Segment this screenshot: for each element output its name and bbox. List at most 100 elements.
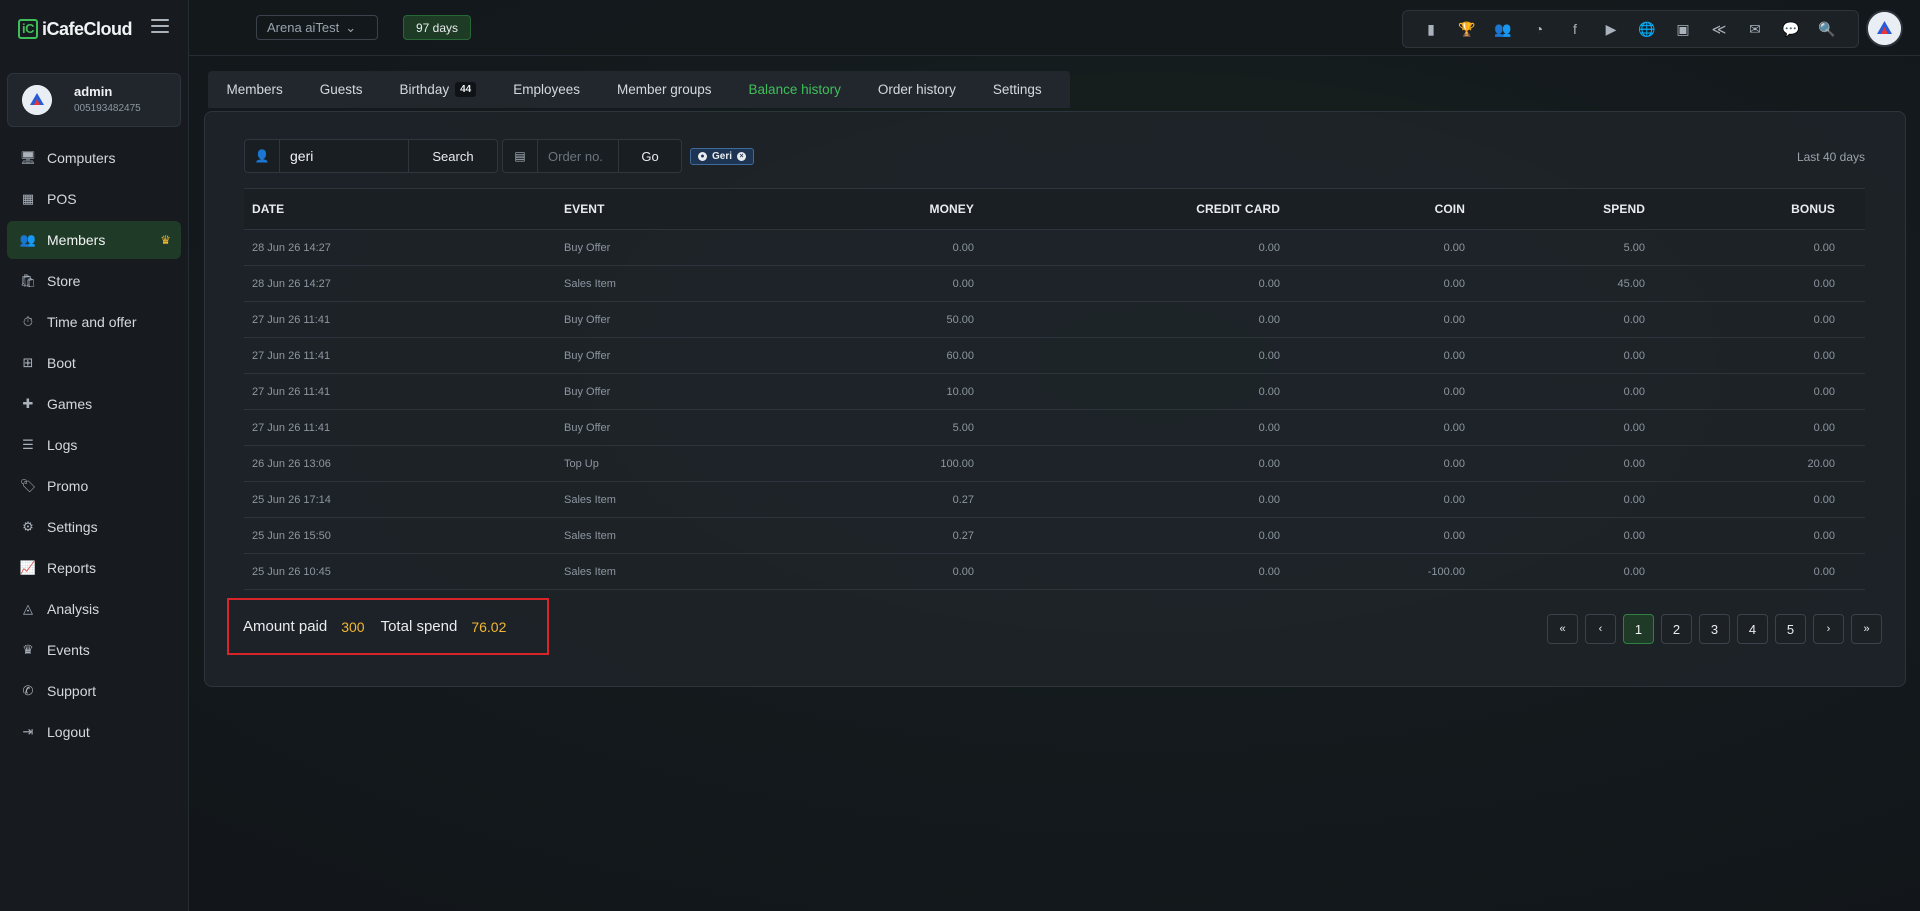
table-cell: 27 Jun 26 11:41 [252,349,331,362]
pager-first-button[interactable]: « [1547,614,1578,644]
pager-last-button[interactable]: » [1851,614,1882,644]
table-cell: 28 Jun 26 14:27 [252,241,331,254]
facebook-icon[interactable]: f [1557,11,1593,47]
sidebar-item-label: Time and offer [47,314,137,330]
envelope-icon[interactable]: ✉ [1737,11,1773,47]
shopping-bag-icon: 🛍 [19,273,37,288]
sidebar-item-promo[interactable]: 🏷 Promo [7,467,181,505]
column-header-bonus[interactable]: BONUS [1645,202,1835,216]
member-search-input[interactable] [280,140,408,172]
column-header-event[interactable]: EVENT [564,202,684,216]
column-header-date[interactable]: DATE [244,202,564,216]
pager-next-button[interactable]: › [1813,614,1844,644]
tab-guests[interactable]: Guests [301,71,381,108]
table-cell: 0.00 [1813,241,1835,254]
sidebar-item-computers[interactable]: 🖥 Computers [7,139,181,177]
column-header-coin[interactable]: COIN [1280,202,1465,216]
sidebar-item-logs[interactable]: ☰ Logs [7,426,181,464]
table-row[interactable]: 27 Jun 26 11:41 Buy Offer 5.00 0.00 0.00 0.00… [244,410,1865,446]
balance-history-table: DATE EVENT MONEY CREDIT CARD COIN SPEND BONUS … [244,188,1865,590]
sidebar-item-settings[interactable]: ⚙ Settings [7,508,181,546]
table-row[interactable]: 28 Jun 26 14:27 Sales Item 0.00 0.00 0.00 45.… [244,266,1865,302]
go-button[interactable]: Go [618,140,681,172]
leaderboard-icon[interactable]: ▮ [1413,11,1449,47]
pager-prev-button[interactable]: ‹ [1585,614,1616,644]
tab-member-groups[interactable]: Member groups [599,71,731,108]
user-circle-icon: ● [698,152,707,161]
table-cell: 0.00 [1443,385,1465,398]
tab-members[interactable]: Members [208,71,301,108]
table-cell: 60.00 [946,349,974,362]
tab-order-history[interactable]: Order history [859,71,974,108]
table-cell: 0.27 [952,493,974,506]
table-row[interactable]: 25 Jun 26 17:14 Sales Item 0.27 0.00 0.00 0.0… [244,482,1865,518]
trophy-icon[interactable]: 🏆 [1449,11,1485,47]
column-header-money[interactable]: MONEY [684,202,974,216]
member-filter-chip[interactable]: ● Geri × [690,148,755,165]
windows-icon: ⊞ [22,355,34,370]
sidebar-item-store[interactable]: 🛍 Store [7,262,181,300]
table-row[interactable]: 27 Jun 26 11:41 Buy Offer 60.00 0.00 0.00 0.0… [244,338,1865,374]
table-cell: 0.00 [1623,313,1645,326]
table-cell: 0.00 [1623,565,1645,578]
sidebar-item-label: Logout [47,724,90,740]
profile-avatar[interactable] [1866,10,1903,47]
icafe-logo-icon[interactable]: ▣ [1665,11,1701,47]
sidebar-item-analysis[interactable]: ◬ Analysis [7,590,181,628]
sidebar-item-support[interactable]: ✆ Support [7,672,181,710]
table-row[interactable]: 25 Jun 26 10:45 Sales Item 0.00 0.00 -100.00… [244,554,1865,590]
sidebar-item-boot[interactable]: ⊞ Boot [7,344,181,382]
pager-page-2[interactable]: 2 [1661,614,1692,644]
table-cell: 0.00 [1813,385,1835,398]
stopwatch-icon: ⏱ [22,314,34,329]
store-select[interactable]: Arena aiTest ⌄ [256,15,378,40]
table-cell: 25 Jun 26 17:14 [252,493,331,506]
pager-page-1[interactable]: 1 [1623,614,1654,644]
table-row[interactable]: 26 Jun 26 13:06 Top Up 100.00 0.00 0.00 0.00 2… [244,446,1865,482]
hamburger-menu-icon[interactable] [151,19,169,35]
handshake-icon[interactable]: ≪ [1701,11,1737,47]
chat-icon[interactable]: 💬 [1773,11,1809,47]
tab-employees[interactable]: Employees [495,71,599,108]
user-card[interactable]: admin 005193482475 [7,73,181,127]
sidebar-item-games[interactable]: ✚ Games [7,385,181,423]
sidebar-item-reports[interactable]: 📈 Reports [7,549,181,587]
tab-balance-history[interactable]: Balance history [730,71,859,108]
sidebar-item-members[interactable]: 👥 Members ♛ [7,221,181,259]
tab-label: Employees [513,82,580,97]
column-header-spend[interactable]: SPEND [1465,202,1645,216]
sidebar-item-events[interactable]: ♛ Events [7,631,181,669]
search-button[interactable]: Search [408,140,497,172]
close-icon[interactable]: × [737,152,747,161]
order-number-input[interactable] [538,140,618,172]
pager-page-3[interactable]: 3 [1699,614,1730,644]
youtube-icon[interactable]: ▶ [1593,11,1629,47]
rss-icon[interactable]: ◔ [1521,11,1557,47]
sidebar-item-time-and-offer[interactable]: ⏱ Time and offer [7,303,181,341]
globe-icon[interactable]: 🌐 [1629,11,1665,47]
table-row[interactable]: 28 Jun 26 14:27 Buy Offer 0.00 0.00 0.00 5.00… [244,230,1865,266]
table-row[interactable]: 27 Jun 26 11:41 Buy Offer 50.00 0.00 0.00 0.0… [244,302,1865,338]
sidebar-item-pos[interactable]: ▦ POS [7,180,181,218]
pager-page-4[interactable]: 4 [1737,614,1768,644]
pager-page-5[interactable]: 5 [1775,614,1806,644]
table-cell: 25 Jun 26 10:45 [252,565,331,578]
amount-paid-value: 300 [341,618,365,635]
sidebar-item-logout[interactable]: ⇥ Logout [7,713,181,751]
table-row[interactable]: 27 Jun 26 11:41 Buy Offer 10.00 0.00 0.00 0.0… [244,374,1865,410]
users-group-icon[interactable]: 👥 [1485,11,1521,47]
table-cell: 0.00 [1443,313,1465,326]
table-cell: 0.00 [1813,529,1835,542]
table-cell: Top Up [564,457,599,470]
receipt-icon: ▤ [503,140,538,172]
sidebar-item-label: Boot [47,355,76,371]
table-row[interactable]: 25 Jun 26 15:50 Sales Item 0.27 0.00 0.00 0.0… [244,518,1865,554]
table-cell: 0.00 [1443,493,1465,506]
icafe-logo-icon: iC [18,19,38,39]
search-icon[interactable]: 🔍 [1809,11,1845,47]
sidebar-item-label: Support [47,683,97,699]
tab-birthday[interactable]: Birthday 44 [381,71,495,108]
tab-settings[interactable]: Settings [974,71,1060,108]
column-header-credit-card[interactable]: CREDIT CARD [974,202,1280,216]
app-logo[interactable]: iC iCafeCloud [18,18,133,40]
